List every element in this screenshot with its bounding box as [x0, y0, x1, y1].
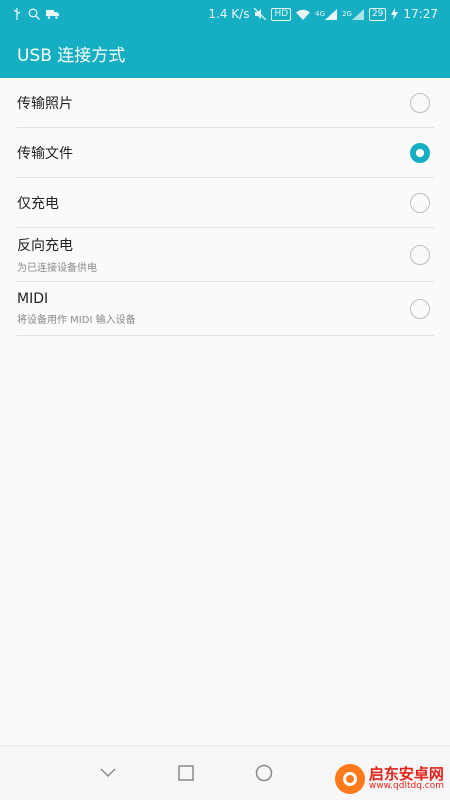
option-subtitle: 为已连接设备供电	[17, 263, 97, 274]
search-icon	[28, 8, 40, 20]
radio-button[interactable]	[410, 244, 430, 265]
signal-4g-label: 4G	[315, 10, 326, 18]
wifi-icon	[296, 9, 311, 20]
down-icon[interactable]	[93, 758, 123, 788]
hd-badge: HD	[271, 7, 292, 21]
mute-icon	[254, 8, 267, 20]
option-charge-only[interactable]: 仅充电	[17, 178, 434, 228]
signal-2g-label: 2G	[342, 10, 352, 18]
signal-4g-icon: 4G	[315, 8, 338, 20]
option-midi[interactable]: MIDI 将设备用作 MIDI 输入设备	[17, 282, 434, 336]
signal-2g-icon: 2G	[342, 8, 364, 20]
watermark: 启东安卓网 www.qdltdq.com	[334, 764, 444, 794]
page-title: USB 连接方式	[17, 45, 126, 66]
option-subtitle: 将设备用作 MIDI 输入设备	[17, 315, 136, 326]
status-bar: 1.4 K/s HD 4G 2G 29 17:27	[0, 0, 450, 28]
radio-button[interactable]	[410, 92, 430, 113]
radio-button[interactable]	[410, 192, 430, 213]
clock: 17:27	[403, 7, 438, 21]
app-bar: USB 连接方式	[0, 28, 450, 78]
network-speed: 1.4 K/s	[208, 7, 250, 21]
option-title: 传输文件	[17, 145, 73, 162]
option-transfer-files[interactable]: 传输文件	[17, 128, 434, 178]
usb-options-list: 传输照片 传输文件 仅充电 反向充电 为已连接设备供电 MIDI 将设备用作 M…	[17, 78, 434, 336]
watermark-url: www.qdltdq.com	[368, 781, 444, 792]
option-reverse-charging[interactable]: 反向充电 为已连接设备供电	[17, 228, 434, 282]
watermark-name: 启东安卓网	[368, 764, 444, 783]
charging-icon	[391, 8, 399, 20]
radio-button-selected[interactable]	[410, 142, 430, 163]
truck-icon	[46, 9, 60, 19]
option-title: MIDI	[17, 291, 49, 307]
option-title: 传输照片	[17, 95, 73, 112]
watermark-logo-icon	[334, 764, 365, 794]
option-title: 仅充电	[17, 195, 59, 212]
battery-indicator: 29	[368, 7, 387, 21]
radio-button[interactable]	[410, 298, 430, 319]
usb-icon	[12, 8, 22, 20]
recents-icon[interactable]	[171, 758, 201, 788]
option-title: 反向充电	[17, 238, 73, 254]
home-icon[interactable]	[249, 758, 279, 788]
option-transfer-photos[interactable]: 传输照片	[17, 78, 434, 128]
